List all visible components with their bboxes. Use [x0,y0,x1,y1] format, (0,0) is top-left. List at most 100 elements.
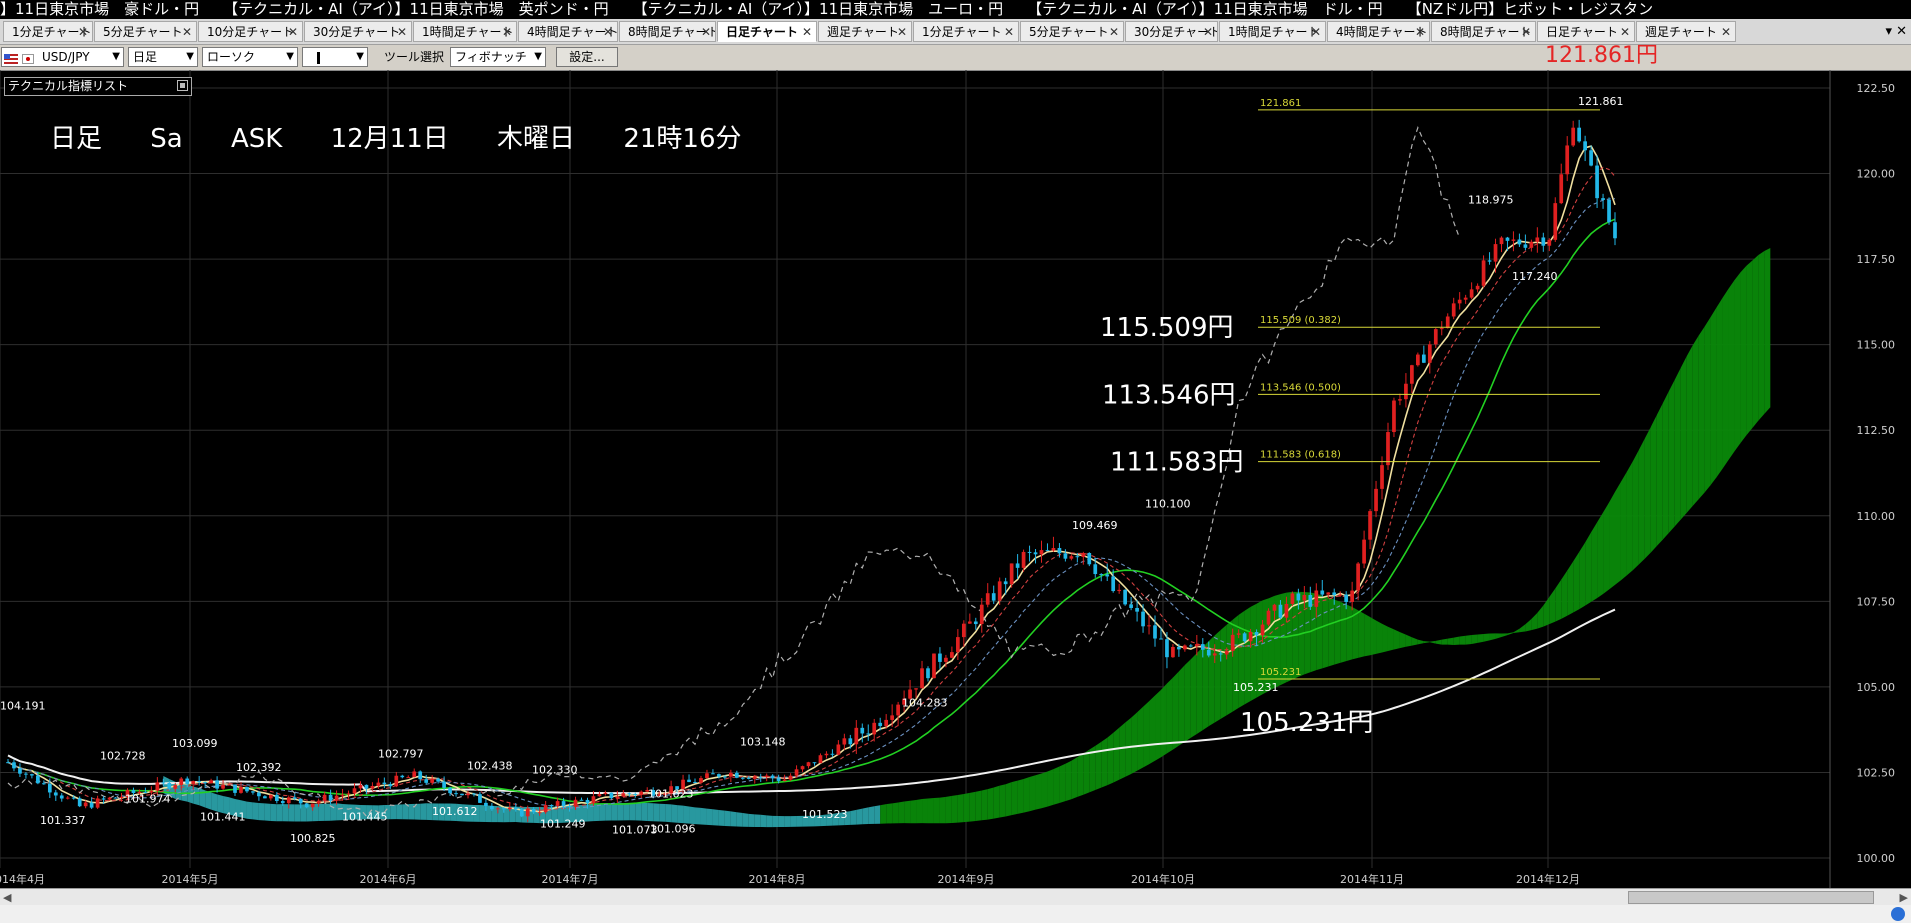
close-icon[interactable]: ✕ [1004,22,1014,41]
settings-button[interactable]: 設定... [556,47,618,67]
tab-chart-1[interactable]: 5分足チャート ✕ [94,21,197,42]
close-icon[interactable]: ✕ [397,22,407,41]
tab-chart-16[interactable]: 週足チャート ✕ [1636,21,1736,42]
tab-chart-13[interactable]: 4時間足チャート ✕ [1327,21,1430,42]
ichimoku-cloud [922,798,928,824]
tab-chart-11[interactable]: 30分足チャート ✕ [1125,21,1218,42]
candle-body [1248,631,1253,642]
tool-select[interactable]: フィボナッチ ▼ [450,47,546,67]
technical-indicator-list[interactable]: テクニカル指標リスト [4,77,192,96]
tab-chart-5[interactable]: 4時間足チャート ✕ [518,21,618,42]
ichimoku-cloud [1674,367,1681,527]
close-icon[interactable]: ✕ [1620,22,1630,41]
chart-type-select[interactable]: ローソク ▼ [202,47,298,67]
chart-area[interactable]: 122.50 120.00 117.50 115.00 112.50 110.00 107.… [0,70,1911,888]
close-icon[interactable]: ✕ [603,22,613,41]
timeframe-select[interactable]: 日足 ▼ [128,47,198,67]
close-icon[interactable]: ✕ [78,22,88,41]
close-icon[interactable]: ✕ [1203,22,1213,41]
candlestick-chart[interactable]: 122.50 120.00 117.50 115.00 112.50 110.00 107.… [0,70,1911,888]
close-icon[interactable]: ✕ [701,22,711,41]
ticker-item[interactable]: 【テクニカル・AI（アイ）】11日東京市場 英ポンド・円 [223,0,633,18]
status-icon[interactable] [1891,907,1905,921]
ichimoku-cloud [1107,732,1114,786]
ichimoku-cloud [683,805,690,824]
candle-body [1380,465,1384,489]
candle-body [364,784,369,789]
chart-type-value: ローソク [207,50,256,64]
candle-body [734,772,739,778]
candle-body [752,776,757,779]
technical-indicator-list-label: テクニカル指標リスト [8,79,129,93]
ichimoku-cloud [1143,701,1150,768]
ichimoku-cloud [945,795,952,824]
ticker-item[interactable]: 】11日東京市場 豪ドル・円 [0,0,223,18]
ichimoku-cloud [874,805,881,824]
close-icon[interactable]: ✕ [1311,22,1321,41]
close-icon[interactable]: ✕ [1521,22,1531,41]
tab-chart-14[interactable]: 8時間足チャート ✕ [1431,21,1536,42]
tab-chart-9[interactable]: 1分足チャート ✕ [913,21,1019,42]
price-annotation: 101.974 [125,792,171,805]
ichimoku-cloud [617,803,624,821]
ichimoku-cloud [288,804,295,822]
ticker-item[interactable]: 【NZドル円】ヒボット・レジスタン [1407,0,1678,18]
ichimoku-cloud [1764,247,1771,414]
candle-body [442,781,446,788]
candle-body [537,812,542,814]
candle-body [740,777,745,779]
news-ticker[interactable]: 】11日東京市場 豪ドル・円 【テクニカル・AI（アイ）】11日東京市場 英ポンド… [0,0,1911,19]
tab-chart-2[interactable]: 10分足チャート ✕ [198,21,303,42]
scroll-right-icon[interactable]: ▶ [1900,889,1908,906]
price-annotation: 103.099 [172,737,218,750]
tab-chart-3[interactable]: 30分足チャート ✕ [304,21,412,42]
ichimoku-cloud [1555,579,1562,622]
tab-chart-8[interactable]: 週足チャート ✕ [818,21,912,42]
close-icon[interactable]: ✕ [182,22,192,41]
candle-body [191,781,196,785]
tab-controls[interactable]: ▾ ✕ [1885,24,1907,39]
ichimoku-cloud [629,802,636,821]
symbol-select[interactable]: USD/JPY ▼ [1,47,124,67]
tab-chart-7[interactable]: 日足チャート ✕ [717,21,817,42]
tab-chart-0[interactable]: 1分足チャート ✕ [3,21,93,42]
restore-icon[interactable] [177,80,188,91]
base-line [7,198,1616,809]
ichimoku-cloud [1334,599,1341,665]
close-icon[interactable]: ✕ [1415,22,1425,41]
candle-style-select[interactable]: ▼ [302,47,368,67]
candle-body [370,785,375,789]
x-tick-label: 2014年5月 [162,872,219,886]
ichimoku-cloud [892,802,899,824]
fib-level-label: 113.546 (0.500) [1260,382,1341,393]
candle-body [1457,299,1462,304]
ichimoku-cloud [605,803,612,821]
ticker-item[interactable]: 【テクニカル・AI（アイ）】11日東京市場 ユーロ・円 [633,0,1028,18]
close-icon[interactable]: ✕ [1721,22,1731,41]
ichimoku-cloud [1746,260,1753,436]
ichimoku-cloud [969,791,976,822]
candle-body [1254,631,1259,636]
close-icon[interactable]: ✕ [802,22,812,41]
candle-body [1416,354,1420,366]
tab-chart-10[interactable]: 5分足チャート ✕ [1020,21,1124,42]
price-annotation: 101.249 [540,817,586,830]
candle-body [47,783,52,793]
scroll-thumb[interactable] [1628,891,1874,904]
tab-chart-4[interactable]: 1時間足チャート ✕ [413,21,517,42]
sma-mid-line [7,218,1616,805]
horizontal-scrollbar[interactable]: ◀ ▶ [0,888,1911,906]
candle-body [376,782,381,786]
close-icon[interactable]: ✕ [897,22,907,41]
us-flag-icon [4,54,18,64]
close-icon[interactable]: ✕ [288,22,298,41]
tab-chart-15[interactable]: 日足チャート ✕ [1537,21,1635,42]
close-icon[interactable]: ✕ [1109,22,1119,41]
scroll-left-icon[interactable]: ◀ [3,889,11,906]
tab-chart-12[interactable]: 1時間足チャート ✕ [1219,21,1326,42]
close-icon[interactable]: ✕ [502,22,512,41]
ichimoku-cloud [1370,616,1377,656]
tab-chart-6[interactable]: 8時間足チャート ✕ [619,21,716,42]
ticker-item[interactable]: 【テクニカル・AI（アイ）】11日東京市場 ドル・円 [1027,0,1407,18]
candle-body [1212,653,1217,656]
